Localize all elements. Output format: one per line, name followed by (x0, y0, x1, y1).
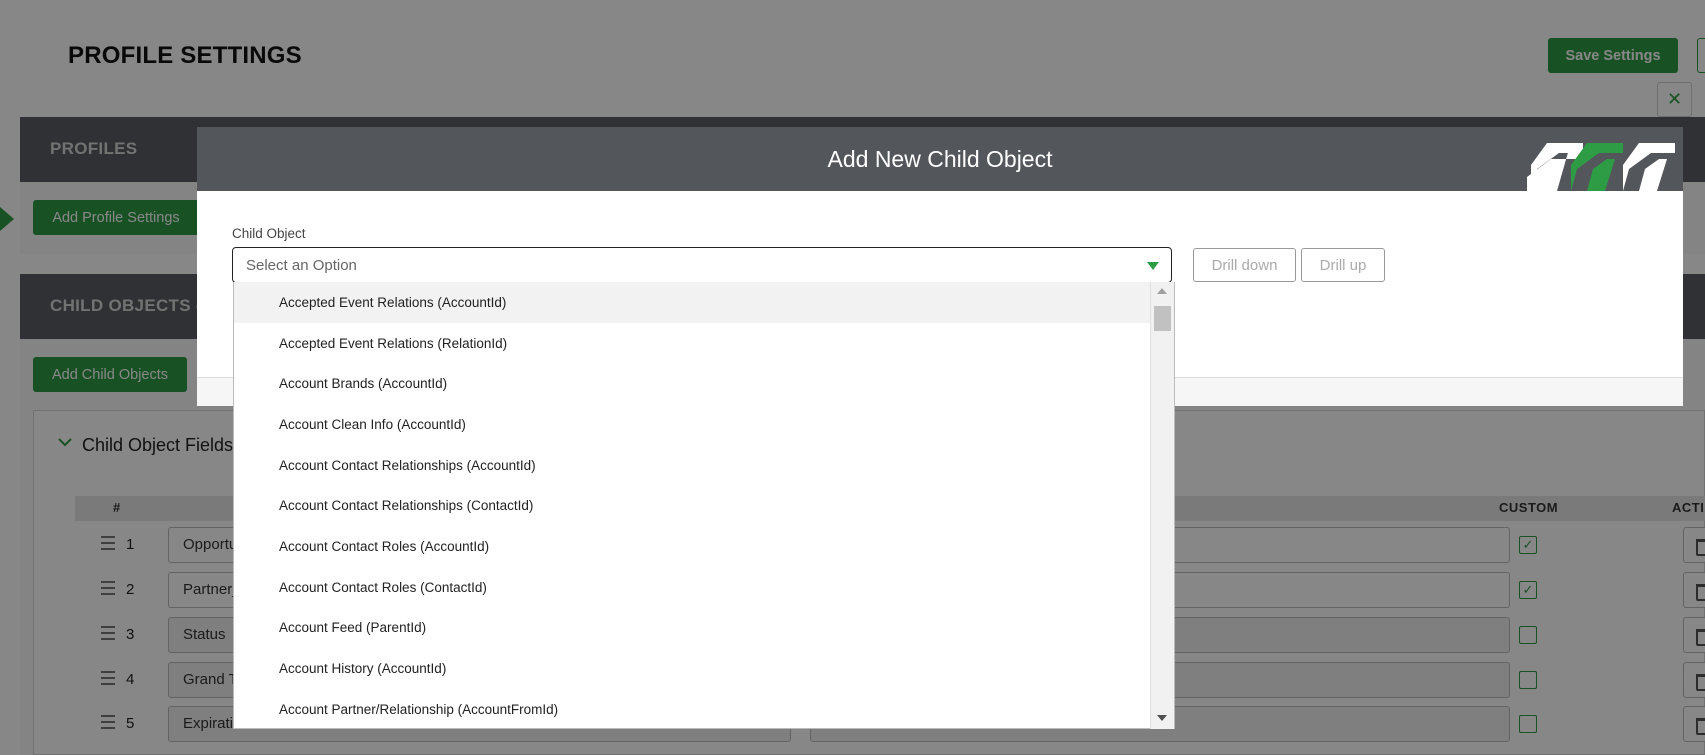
scrollbar-thumb[interactable] (1154, 306, 1171, 331)
dropdown-option[interactable]: Account Contact Roles (ContactId) (234, 567, 1151, 608)
drill-down-button[interactable]: Drill down (1193, 248, 1296, 282)
dropdown-option[interactable]: Account Partner/Relationship (AccountFro… (234, 689, 1151, 729)
dropdown-option[interactable]: Accepted Event Relations (RelationId) (234, 323, 1151, 364)
modal-title: Add New Child Object (827, 146, 1053, 172)
child-object-select[interactable]: Select an Option (232, 247, 1172, 283)
dropdown-scrollbar[interactable] (1150, 282, 1174, 729)
select-placeholder: Select an Option (246, 257, 357, 274)
child-object-dropdown: Accepted Event Relations (AccountId) Acce… (233, 282, 1175, 729)
modal-header: Add New Child Object (197, 127, 1683, 191)
caret-down-icon (1147, 262, 1159, 270)
scroll-down-icon[interactable] (1157, 715, 1167, 721)
dropdown-option[interactable]: Account Brands (AccountId) (234, 363, 1151, 404)
scroll-up-icon[interactable] (1157, 288, 1167, 294)
dropdown-option[interactable]: Account Clean Info (AccountId) (234, 404, 1151, 445)
dropdown-option[interactable]: Account Contact Relationships (AccountId… (234, 445, 1151, 486)
dropdown-option-list: Accepted Event Relations (AccountId) Acce… (234, 282, 1151, 729)
drill-up-button[interactable]: Drill up (1301, 248, 1385, 282)
dropdown-option[interactable]: Accepted Event Relations (AccountId) (234, 282, 1151, 323)
dropdown-option[interactable]: Account Contact Relationships (ContactId… (234, 485, 1151, 526)
dropdown-option[interactable]: Account Feed (ParentId) (234, 608, 1151, 649)
child-object-label: Child Object (232, 226, 306, 241)
dropdown-option[interactable]: Account History (AccountId) (234, 648, 1151, 689)
brand-logo-icon (1527, 143, 1675, 191)
dropdown-option[interactable]: Account Contact Roles (AccountId) (234, 526, 1151, 567)
